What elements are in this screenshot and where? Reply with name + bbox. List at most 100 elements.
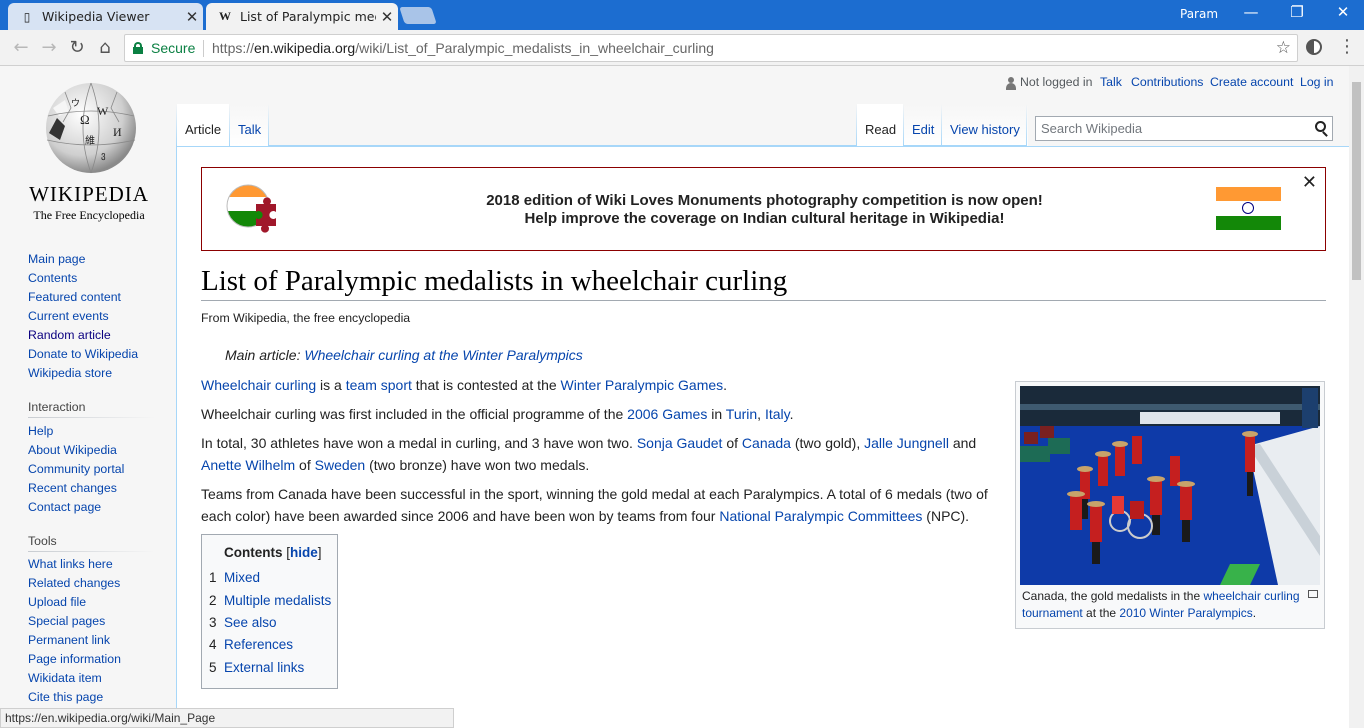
tab-view-history[interactable]: View history [942,104,1028,146]
window-close-icon[interactable]: ✕ [1328,3,1358,21]
sidebar-item-related-changes[interactable]: Related changes [28,574,121,593]
paragraph-4: Teams from Canada have been successful i… [201,486,988,524]
sidebar-item-recent-changes[interactable]: Recent changes [28,479,124,498]
sidebar-heading-tools: Tools [28,534,57,548]
new-tab-button[interactable] [399,7,437,24]
ashoka-chakra-icon [1242,202,1254,215]
toc-hide-toggle[interactable]: hide [290,545,318,560]
link-2006-games[interactable]: 2006 Games [627,406,707,422]
tab-wikipedia-viewer[interactable]: ▯ Wikipedia Viewer ✕ [8,3,203,30]
tab-read[interactable]: Read [857,104,905,146]
tab-paralympic-medalists[interactable]: W List of Paralympic medalis ✕ [206,3,398,30]
link-canada[interactable]: Canada [742,435,791,451]
toc-item[interactable]: 4 References [209,637,293,652]
sidebar-item-featured-content[interactable]: Featured content [28,288,138,307]
sidebar-item-about[interactable]: About Wikipedia [28,441,124,460]
close-tab-icon[interactable]: ✕ [181,8,203,26]
hatnote-link[interactable]: Wheelchair curling at the Winter Paralym… [304,347,582,363]
sidebar-navigation: Main page Contents Featured content Curr… [28,250,138,383]
link-winter-paralympic-games[interactable]: Winter Paralympic Games [561,377,724,393]
secure-label: Secure [151,40,196,56]
minimize-icon[interactable]: — [1236,3,1266,21]
profile-name[interactable]: Param [1180,7,1218,21]
back-arrow-icon[interactable]: ← [9,36,33,60]
sidebar-item-special-pages[interactable]: Special pages [28,612,121,631]
content-area: 2018 edition of Wiki Loves Monuments pho… [176,146,1349,728]
toc-item[interactable]: 3 See also [209,615,277,630]
sidebar-item-help[interactable]: Help [28,422,124,441]
forward-arrow-icon[interactable]: → [37,36,61,60]
search-icon[interactable] [1315,121,1326,132]
wikipedia-logo[interactable]: Ω W И 維 ウ ვ WIKIPEDIA The Free Encyclope… [26,78,152,223]
address-bar[interactable]: Secure https://en.wikipedia.org/wiki/Lis… [124,34,1298,62]
wikipedia-page: Ω W И 維 ウ ვ WIKIPEDIA The Free Encyclope… [0,66,1364,728]
sidebar-item-cite-this-page[interactable]: Cite this page [28,688,121,707]
lock-icon [133,42,143,54]
sidebar-item-donate[interactable]: Donate to Wikipedia [28,345,138,364]
link-sweden[interactable]: Sweden [315,457,366,473]
sidebar-item-wikidata-item[interactable]: Wikidata item [28,669,121,688]
paragraph-2: Wheelchair curling was first included in… [201,406,794,422]
sidebar-interaction: Help About Wikipedia Community portal Re… [28,422,124,517]
link-wheelchair-curling[interactable]: Wheelchair curling [201,377,316,393]
scrollbar-thumb[interactable] [1352,82,1361,280]
personal-talk-link[interactable]: Talk [1100,75,1122,89]
create-account-link[interactable]: Create account [1210,75,1293,89]
sidebar-item-random-article[interactable]: Random article [28,326,138,345]
contributions-link[interactable]: Contributions [1131,75,1203,89]
sidebar-item-contact-page[interactable]: Contact page [28,498,124,517]
page-scrollbar[interactable] [1349,66,1364,728]
link-2010-winter-paralympics[interactable]: 2010 Winter Paralympics [1119,606,1252,620]
tab-label: Wikipedia Viewer [42,9,150,24]
bookmark-star-icon[interactable]: ☆ [1276,38,1291,58]
page-title: List of Paralympic medalists in wheelcha… [201,265,788,297]
site-tagline: From Wikipedia, the free encyclopedia [201,311,411,325]
sidebar-item-main-page[interactable]: Main page [28,250,138,269]
sidebar-heading-interaction: Interaction [28,400,86,414]
flag-white-band [1216,201,1281,216]
svg-text:W: W [97,104,109,118]
link-sonja-gaudet[interactable]: Sonja Gaudet [637,435,723,451]
browser-titlebar: ▯ Wikipedia Viewer ✕ W List of Paralympi… [0,0,1364,30]
tab-article[interactable]: Article [177,104,230,146]
link-italy[interactable]: Italy [765,406,790,422]
link-jalle-jungnell[interactable]: Jalle Jungnell [864,435,949,451]
link-anette-wilhelm[interactable]: Anette Wilhelm [201,457,295,473]
sidebar-item-permanent-link[interactable]: Permanent link [28,631,121,650]
wikipedia-globe-icon: Ω W И 維 ウ ვ [46,82,136,174]
log-in-link[interactable]: Log in [1300,75,1334,89]
sidebar-item-what-links-here[interactable]: What links here [28,555,121,574]
thumbnail-caption: Canada, the gold medalists in the wheelc… [1022,589,1300,620]
extension-icon[interactable] [1306,39,1322,55]
link-turin[interactable]: Turin [726,406,757,422]
close-tab-icon[interactable]: ✕ [376,8,398,26]
sidebar-item-community-portal[interactable]: Community portal [28,460,124,479]
toc-item[interactable]: 1 Mixed [209,570,260,585]
flag-saffron-band [1216,187,1281,202]
tab-label: List of Paralympic medalis [240,9,376,24]
sidebar-item-wikipedia-store[interactable]: Wikipedia store [28,364,138,383]
banner-close-icon[interactable]: ✕ [1302,172,1317,193]
hatnote: Main article: Wheelchair curling at the … [225,347,583,363]
toc-item[interactable]: 2 Multiple medalists [209,593,331,608]
browser-menu-icon[interactable]: ⋮ [1338,36,1356,57]
india-flag-icon [1216,187,1281,230]
curling-photo[interactable] [1020,386,1320,585]
link-national-paralympic-committees[interactable]: National Paralympic Committees [719,508,922,524]
svg-text:ウ: ウ [71,98,80,108]
sidebar-item-upload-file[interactable]: Upload file [28,593,121,612]
url-text[interactable]: https://en.wikipedia.org/wiki/List_of_Pa… [212,40,714,56]
restore-icon[interactable]: ❐ [1282,3,1312,21]
tab-talk[interactable]: Talk [230,104,270,146]
sidebar-item-page-information[interactable]: Page information [28,650,121,669]
search-input[interactable]: Search Wikipedia [1035,116,1333,141]
tab-edit[interactable]: Edit [904,104,943,146]
sidebar-item-current-events[interactable]: Current events [28,307,138,326]
link-team-sport[interactable]: team sport [346,377,412,393]
browser-toolbar: ← → ↻ ⌂ Secure https://en.wikipedia.org/… [0,30,1364,66]
sidebar-item-contents[interactable]: Contents [28,269,138,288]
wikipedia-wordmark: WIKIPEDIA [29,182,149,206]
toc-item[interactable]: 5 External links [209,660,304,675]
home-icon[interactable]: ⌂ [93,36,117,60]
reload-icon[interactable]: ↻ [65,36,89,60]
